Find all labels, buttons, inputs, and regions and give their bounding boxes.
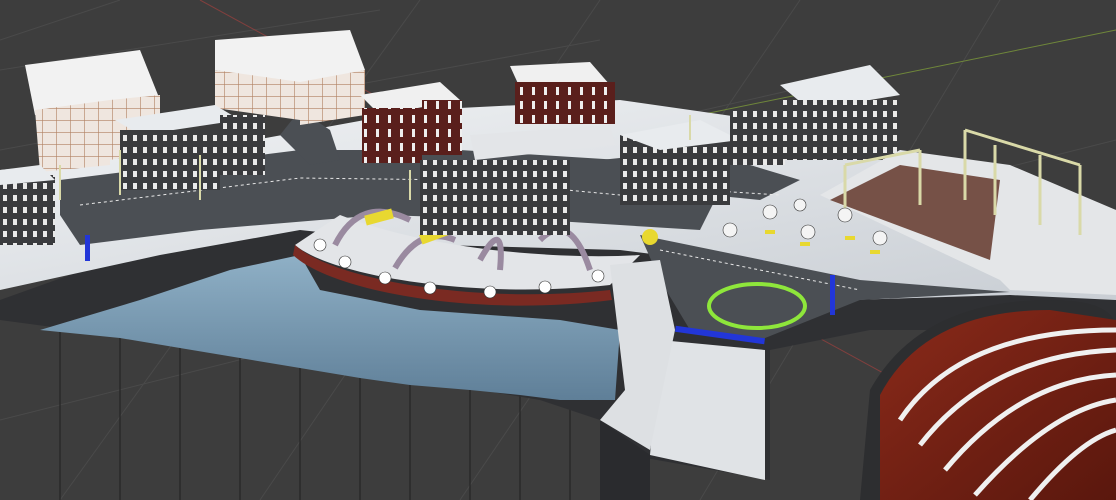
building-brick-1 — [360, 82, 462, 163]
building-dark-5 — [0, 165, 55, 245]
building-dark-3 — [620, 120, 740, 205]
building-glass-2 — [215, 30, 365, 125]
scene-render — [0, 0, 1116, 500]
building-brick-2 — [510, 62, 615, 124]
building-dark-2 — [780, 65, 900, 160]
building-dark-6 — [730, 110, 785, 165]
3d-viewport[interactable] — [0, 0, 1116, 500]
